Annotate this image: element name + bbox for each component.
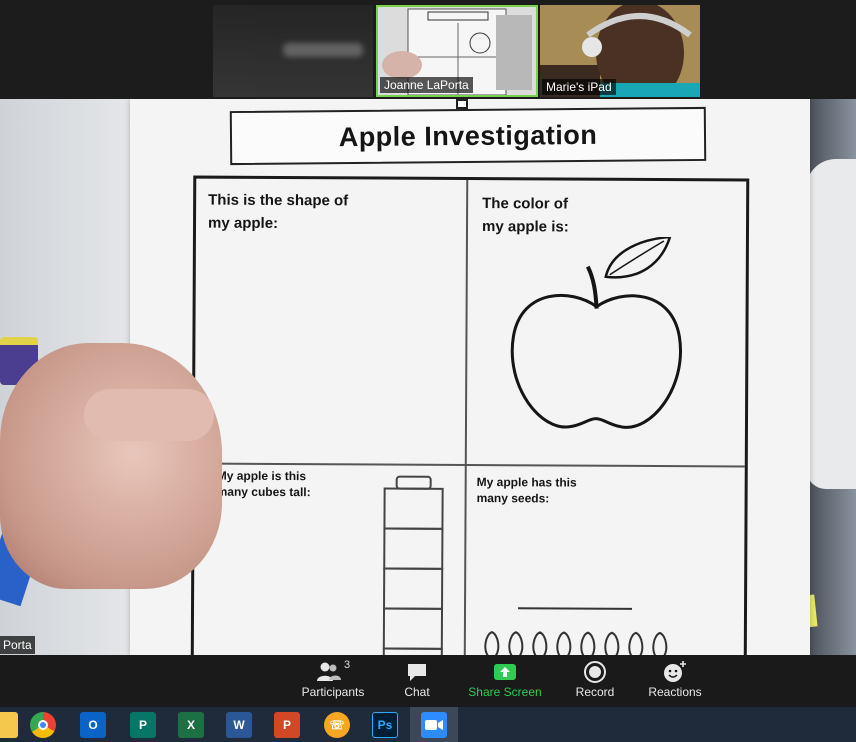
worksheet-pin [456, 99, 468, 109]
apple-drawing [510, 236, 682, 429]
phone-icon[interactable]: ☏ [324, 712, 350, 738]
word-icon[interactable]: W [226, 712, 252, 738]
share-screen-icon [494, 664, 516, 680]
file-explorer-icon[interactable] [0, 712, 18, 738]
chat-button[interactable]: Chat [396, 659, 438, 705]
active-speaker-video: Apple Investigation This is the shape of… [0, 99, 856, 655]
video-thumbnail-self[interactable] [213, 5, 373, 97]
excel-icon[interactable]: X [178, 712, 204, 738]
chat-icon [408, 664, 426, 681]
presenter-hand [0, 343, 222, 589]
reactions-label: Reactions [648, 685, 702, 699]
presenter-finger [84, 389, 214, 441]
participants-button[interactable]: 3 Participants [300, 659, 366, 705]
reactions-icon [664, 661, 686, 682]
record-icon [584, 661, 606, 683]
active-speaker-name-tag: Porta [0, 636, 35, 654]
chrome-icon[interactable] [30, 712, 56, 738]
video-thumbnail-marie[interactable]: Marie's iPad [540, 5, 700, 97]
participant-count: 3 [343, 659, 351, 671]
reactions-button[interactable]: Reactions [646, 659, 704, 705]
video-thumbnail-joanne[interactable]: Joanne LaPorta [376, 5, 538, 97]
share-screen-label: Share Screen [468, 685, 542, 699]
worksheet-grid: This is the shape of my apple: The color… [190, 175, 750, 655]
cell-label-shape: This is the shape of my apple: [207, 191, 349, 232]
grid-divider-horizontal [194, 462, 745, 468]
participant-name-tag: Marie's iPad [542, 79, 616, 95]
seed-answer-line [518, 607, 633, 610]
zoom-app-icon[interactable] [421, 712, 447, 738]
seeds-row-drawing [484, 631, 668, 655]
windows-taskbar: O P X W P ☏ Ps [0, 707, 856, 742]
participants-label: Participants [301, 685, 365, 699]
share-screen-button[interactable]: Share Screen [468, 659, 542, 705]
zoom-window: Joanne LaPorta Marie's iPad Apple Invest… [0, 0, 856, 742]
chat-label: Chat [404, 685, 430, 699]
cell-label-color: The color of my apple is: [481, 195, 569, 236]
worksheet-title-box: Apple Investigation [229, 106, 707, 166]
meeting-controls-bar: 3 Participants Chat Share Screen Record … [0, 655, 856, 707]
video-thumbnail-strip: Joanne LaPorta Marie's iPad [0, 0, 856, 99]
record-label: Record [575, 685, 615, 699]
photoshop-icon[interactable]: Ps [372, 712, 398, 738]
record-button[interactable]: Record [572, 659, 618, 705]
blurred-name [283, 43, 363, 57]
publisher-icon[interactable]: P [130, 712, 156, 738]
participant-name-tag: Joanne LaPorta [380, 77, 473, 93]
grid-divider-vertical [463, 179, 469, 655]
worksheet-title: Apple Investigation [338, 119, 598, 152]
powerpoint-icon[interactable]: P [274, 712, 300, 738]
apple-worksheet: Apple Investigation This is the shape of… [130, 99, 810, 655]
background-person [806, 159, 856, 489]
cell-label-seeds: My apple has this many seeds: [476, 475, 577, 506]
outlook-icon[interactable]: O [80, 712, 106, 738]
cubes-tower-drawing [382, 475, 444, 655]
participants-icon [316, 662, 341, 681]
